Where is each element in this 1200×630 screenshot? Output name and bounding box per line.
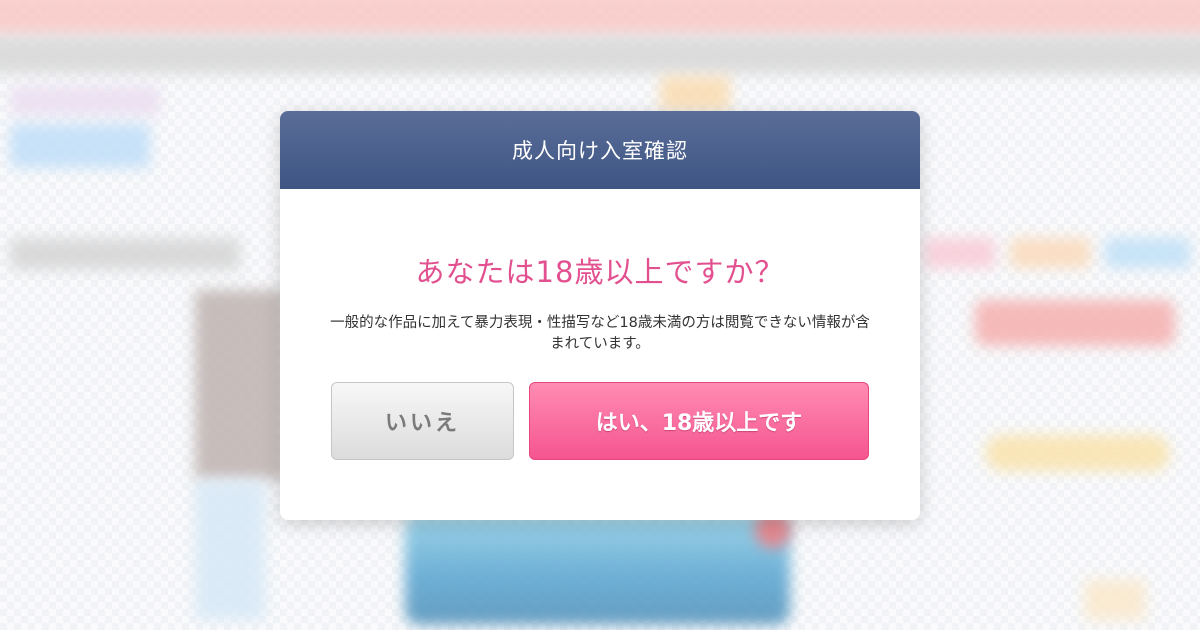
modal-title: 成人向け入室確認 [512,139,688,163]
yes-over-18-button[interactable]: はい、18歳以上です [529,382,869,460]
button-row: いいえ はい、18歳以上です [331,382,869,460]
modal-body: あなたは18歳以上ですか？ 一般的な作品に加えて暴力表現・性描写など18歳未満の… [280,189,920,355]
no-button[interactable]: いいえ [331,382,514,460]
age-question: あなたは18歳以上ですか？ [415,255,785,289]
modal-header: 成人向け入室確認 [280,111,920,189]
age-confirmation-modal: 成人向け入室確認 あなたは18歳以上ですか？ 一般的な作品に加えて暴力表現・性描… [280,111,920,520]
content-warning-text: 一般的な作品に加えて暴力表現・性描写など18歳未満の方は閲覧できない情報が含まれ… [330,315,870,352]
